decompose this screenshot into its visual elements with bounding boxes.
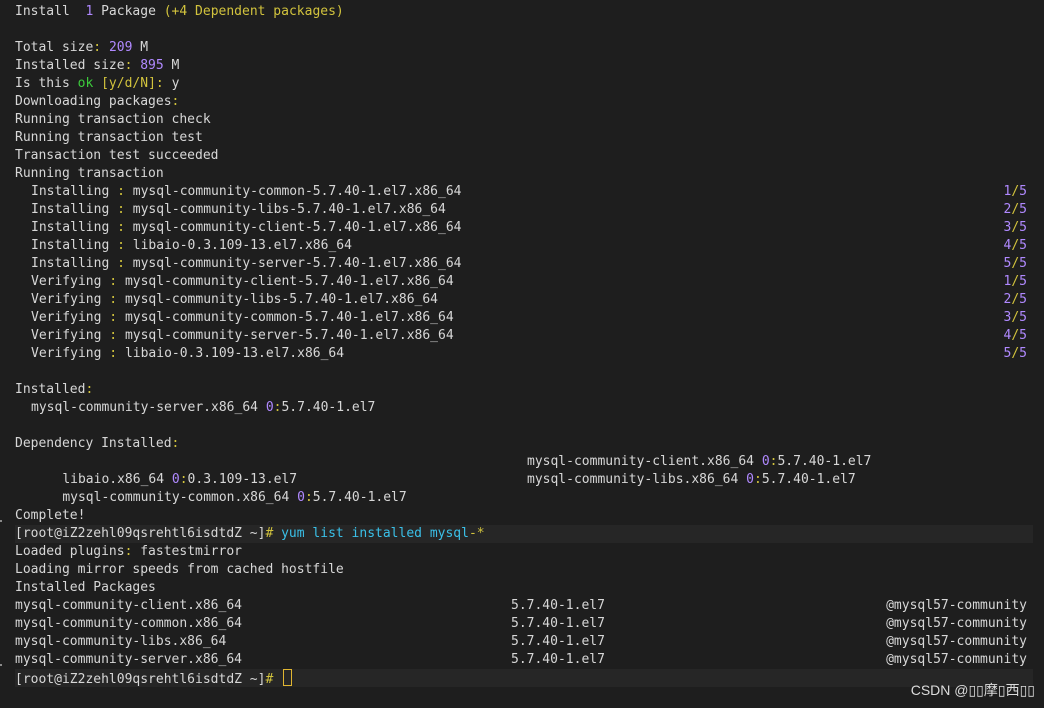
downloading-line: Downloading packages: xyxy=(15,94,180,109)
installed-heading: Installed: xyxy=(15,382,94,397)
transaction-step-row: Verifying : mysql-community-libs-5.7.40-… xyxy=(31,292,1027,307)
transaction-step-row: Installing : mysql-community-server-5.7.… xyxy=(31,256,1027,271)
shell-prompt: [root@iZ2zehl09qsrehtl6isdtdZ ~] xyxy=(15,526,266,541)
dependency-row: libaio.x86_64 0:0.3.109-13.el7 mysql-com… xyxy=(15,453,1033,487)
total-size-line: Total size: 209 M xyxy=(15,40,149,55)
shell-prompt: [root@iZ2zehl09qsrehtl6isdtdZ ~] xyxy=(15,672,266,687)
margin-mark xyxy=(0,664,2,666)
transaction-step-row: Installing : mysql-community-client-5.7.… xyxy=(31,220,1027,235)
csdn-watermark: CSDN @▯▯摩▯西▯▯ xyxy=(910,682,1035,698)
transaction-step-row: Installing : libaio-0.3.109-13.el7.x86_6… xyxy=(31,238,1027,253)
dependency-item: mysql-community-common.x86_64 0:5.7.40-1… xyxy=(62,490,407,505)
command-text: yum list installed mysql xyxy=(281,526,469,541)
transaction-step-row: Verifying : libaio-0.3.109-13.el7.x86_64… xyxy=(31,346,1027,361)
package-row: mysql-community-client.x86_64 5.7.40-1.el… xyxy=(15,598,1027,613)
margin-mark xyxy=(0,520,2,522)
transaction-step-row: Installing : mysql-community-common-5.7.… xyxy=(31,184,1027,199)
dependency-row: mysql-community-common.x86_64 0:5.7.40-1… xyxy=(15,471,1033,505)
transaction-step-row: Verifying : mysql-community-server-5.7.4… xyxy=(31,328,1027,343)
complete-line: Complete! xyxy=(15,508,86,523)
transaction-check-line: Running transaction check xyxy=(15,112,211,127)
terminal-window[interactable]: Install 1 Package (+4 Dependent packages… xyxy=(0,0,1044,708)
transaction-step-row: Verifying : mysql-community-common-5.7.4… xyxy=(31,310,1027,325)
current-prompt-line[interactable]: [root@iZ2zehl09qsrehtl6isdtdZ ~]# xyxy=(15,669,1033,687)
installed-item: mysql-community-server.x86_64 0:5.7.40-1… xyxy=(31,400,376,415)
package-row: mysql-community-common.x86_64 5.7.40-1.el… xyxy=(15,616,1027,631)
mirror-speeds-line: Loading mirror speeds from cached hostfi… xyxy=(15,562,344,577)
running-transaction-line: Running transaction xyxy=(15,166,164,181)
confirm-prompt-line: Is this ok [y/d/N]: y xyxy=(15,76,180,91)
loaded-plugins-line: Loaded plugins: fastestmirror xyxy=(15,544,242,559)
package-row: mysql-community-server.x86_64 5.7.40-1.el… xyxy=(15,652,1027,667)
installed-packages-heading: Installed Packages xyxy=(15,580,156,595)
transaction-succeeded-line: Transaction test succeeded xyxy=(15,148,219,163)
command-line: [root@iZ2zehl09qsrehtl6isdtdZ ~]# yum li… xyxy=(15,525,1033,543)
installed-size-line: Installed size: 895 M xyxy=(15,58,180,73)
transaction-test-line: Running transaction test xyxy=(15,130,203,145)
install-summary-line: Install 1 Package (+4 Dependent packages… xyxy=(15,4,344,19)
terminal-cursor xyxy=(283,669,293,686)
dependency-item: mysql-community-libs.x86_64 0:5.7.40-1.e… xyxy=(527,472,856,487)
transaction-step-row: Verifying : mysql-community-client-5.7.4… xyxy=(31,274,1027,289)
dependency-installed-heading: Dependency Installed: xyxy=(15,436,180,451)
transaction-step-row: Installing : mysql-community-libs-5.7.40… xyxy=(31,202,1027,217)
dependency-item: mysql-community-client.x86_64 0:5.7.40-1… xyxy=(527,454,872,469)
package-row: mysql-community-libs.x86_64 5.7.40-1.el7 @… xyxy=(15,634,1027,649)
